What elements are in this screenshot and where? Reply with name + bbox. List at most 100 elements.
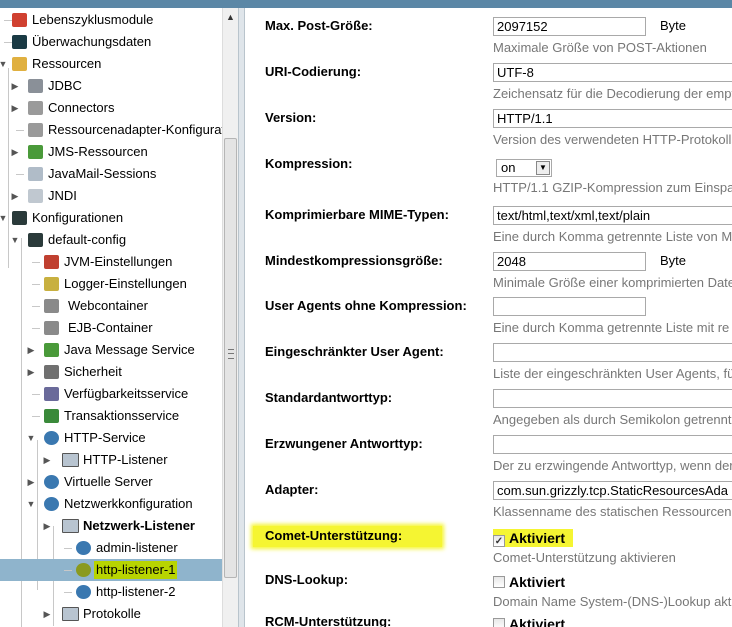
window-top-bar — [0, 0, 732, 8]
expanded-arrow-icon[interactable]: ▼ — [26, 427, 36, 449]
tree-item-logger-einstellungen[interactable]: Logger-Einstellungen — [0, 273, 222, 295]
comet-unterstuetzung-checkbox-label: Aktiviert — [509, 530, 566, 546]
expanded-arrow-icon[interactable]: ▼ — [0, 207, 8, 229]
collapsed-arrow-icon[interactable]: ▶ — [10, 97, 20, 119]
tree-item-transaktionsservice[interactable]: Transaktionsservice — [0, 405, 222, 427]
database-icon — [28, 79, 43, 93]
tree-item-label: Konfigurationen — [32, 210, 124, 225]
adapter-input[interactable]: com.sun.grizzly.tcp.StaticResourcesAda — [493, 481, 732, 500]
collapsed-arrow-icon[interactable]: ▶ — [26, 361, 36, 383]
rcm-unterstuetzung-checkbox[interactable] — [493, 618, 505, 627]
connector-icon — [28, 123, 43, 137]
tree-item-label: Protokolle — [83, 606, 141, 621]
max-post-groesse-input[interactable]: 2097152 — [493, 17, 646, 36]
tree-item-protokolle[interactable]: ▶ Protokolle — [0, 603, 222, 625]
java-icon — [44, 255, 59, 269]
tree-item-netzwerk-listener[interactable]: ▶ Netzwerk-Listener — [0, 515, 222, 537]
jndi-icon — [28, 189, 43, 203]
tree-item-ueberwachungsdaten[interactable]: Überwachungsdaten — [0, 31, 222, 53]
collapsed-arrow-icon[interactable]: ▶ — [42, 603, 52, 625]
globe-icon — [44, 475, 59, 489]
tree-item-label: Webcontainer — [68, 298, 148, 313]
collapsed-arrow-icon[interactable]: ▶ — [10, 75, 20, 97]
tree-item-connectors[interactable]: ▶ Connectors — [0, 97, 222, 119]
version-help-text: Version des verwendeten HTTP-Protokolls — [493, 132, 732, 147]
config-icon — [12, 211, 27, 225]
collapsed-arrow-icon[interactable]: ▶ — [26, 339, 36, 361]
kompression-select[interactable]: on ▼ — [496, 159, 552, 177]
tree-item-label: Sicherheit — [64, 364, 122, 379]
tree-item-webcontainer[interactable]: Webcontainer — [0, 295, 222, 317]
tree-item-java-message-service[interactable]: ▶ Java Message Service — [0, 339, 222, 361]
tree-item-label: http-listener-2 — [96, 584, 176, 599]
tree-item-default-config[interactable]: ▼ default-config — [0, 229, 222, 251]
logger-icon — [44, 277, 59, 291]
globe-icon — [76, 563, 91, 577]
comet-unterstuetzung-label: Comet-Unterstützung: — [253, 526, 443, 547]
tree-item-label: JNDI — [48, 188, 77, 203]
jms-icon — [28, 145, 43, 159]
tree-item-label: Java Message Service — [64, 342, 195, 357]
dns-lookup-help-text: Domain Name System-(DNS-)Lookup akti — [493, 594, 732, 609]
tree-item-lebenszyklusmodule[interactable]: Lebenszyklusmodule — [0, 9, 222, 31]
tree-scrollbar[interactable]: ▲ — [222, 8, 238, 627]
availability-icon — [44, 387, 59, 401]
collapsed-arrow-icon[interactable]: ▶ — [10, 141, 20, 163]
collapsed-arrow-icon[interactable]: ▶ — [10, 185, 20, 207]
komprimierbare-mime-typen-input[interactable]: text/html,text/xml,text/plain — [493, 206, 732, 225]
tree-item-http-listener[interactable]: ▶ HTTP-Listener — [0, 449, 222, 471]
tree-item-virtuelle-server[interactable]: ▶ Virtuelle Server — [0, 471, 222, 493]
standardantworttyp-input[interactable] — [493, 389, 732, 408]
tree-item-ressourcen[interactable]: ▼ Ressourcen — [0, 53, 222, 75]
eingeschraenkter-user-agent-input[interactable] — [493, 343, 732, 362]
user-agents-ohne-kompression-input[interactable] — [493, 297, 646, 316]
dns-lookup-checkbox[interactable] — [493, 576, 505, 588]
expanded-arrow-icon[interactable]: ▼ — [0, 53, 8, 75]
mindestkompressionsgroesse-help-text: Minimale Größe einer komprimierten Date — [493, 275, 732, 290]
tree-item-label: Lebenszyklusmodule — [32, 12, 154, 27]
tree-item-label: Ressourcen — [32, 56, 102, 71]
collapsed-arrow-icon[interactable]: ▶ — [26, 471, 36, 493]
expanded-arrow-icon[interactable]: ▼ — [26, 493, 36, 515]
komprimierbare-mime-typen-label: Komprimierbare MIME-Typen: — [265, 207, 449, 222]
tree-item-ejb-container[interactable]: EJB-Container — [0, 317, 222, 339]
tree-connector-line — [32, 416, 40, 417]
tree-item-netzwerkkonfiguration[interactable]: ▼ Netzwerkkonfiguration — [0, 493, 222, 515]
pane-splitter[interactable] — [238, 8, 245, 627]
tree-item-jvm-einstellungen[interactable]: JVM-Einstellungen — [0, 251, 222, 273]
tree-item-konfigurationen[interactable]: ▼ Konfigurationen — [0, 207, 222, 229]
tree-connector-line — [32, 262, 40, 263]
tree-connector-line — [32, 328, 40, 329]
collapsed-arrow-icon[interactable]: ▶ — [42, 449, 52, 471]
tree-connector-line — [32, 306, 40, 307]
tree-item-label: HTTP-Listener — [83, 452, 168, 467]
dns-lookup-checkbox-row[interactable]: Aktiviert — [493, 573, 565, 591]
tree-item-jms-ressourcen[interactable]: ▶ JMS-Ressourcen — [0, 141, 222, 163]
erzwungener-antworttyp-input[interactable] — [493, 435, 732, 454]
mindestkompressionsgroesse-input[interactable]: 2048 — [493, 252, 646, 271]
chevron-down-icon[interactable]: ▼ — [536, 161, 550, 175]
tree-item-jndi[interactable]: ▶ JNDI — [0, 185, 222, 207]
collapsed-arrow-icon[interactable]: ▶ — [42, 515, 52, 537]
globe-icon — [44, 497, 59, 511]
comet-unterstuetzung-checkbox-row[interactable]: ✓ Aktiviert — [493, 529, 574, 547]
tree-item-admin-listener[interactable]: admin-listener — [0, 537, 222, 559]
tree-item-sicherheit[interactable]: ▶ Sicherheit — [0, 361, 222, 383]
scroll-up-icon[interactable]: ▲ — [226, 12, 235, 22]
rcm-unterstuetzung-checkbox-row[interactable]: Aktiviert — [493, 615, 565, 627]
comet-unterstuetzung-checkbox[interactable]: ✓ — [493, 535, 505, 547]
uri-codierung-input[interactable]: UTF-8 — [493, 63, 732, 82]
tree-item-http-listener-2[interactable]: http-listener-2 — [0, 581, 222, 603]
tree-item-javamail-sessions[interactable]: JavaMail-Sessions — [0, 163, 222, 185]
version-input[interactable]: HTTP/1.1 — [493, 109, 732, 128]
expanded-arrow-icon[interactable]: ▼ — [10, 229, 20, 251]
scrollbar-thumb[interactable] — [224, 138, 237, 578]
monitor-icon — [12, 35, 27, 49]
adapter-help-text: Klassenname des statischen Ressourcen — [493, 504, 732, 519]
tree-item-http-service[interactable]: ▼ HTTP-Service — [0, 427, 222, 449]
tree-item-jdbc[interactable]: ▶ JDBC — [0, 75, 222, 97]
tree-item-ressourcenadapter-konfigurat[interactable]: Ressourcenadapter-Konfigurat — [0, 119, 222, 141]
tree-item-http-listener-1[interactable]: http-listener-1 — [0, 559, 222, 581]
http-listener-form: Max. Post-Größe: 2097152 Byte Maximale Größ… — [245, 8, 732, 627]
tree-item-verfuegbarkeitsservice[interactable]: Verfügbarkeitsservice — [0, 383, 222, 405]
